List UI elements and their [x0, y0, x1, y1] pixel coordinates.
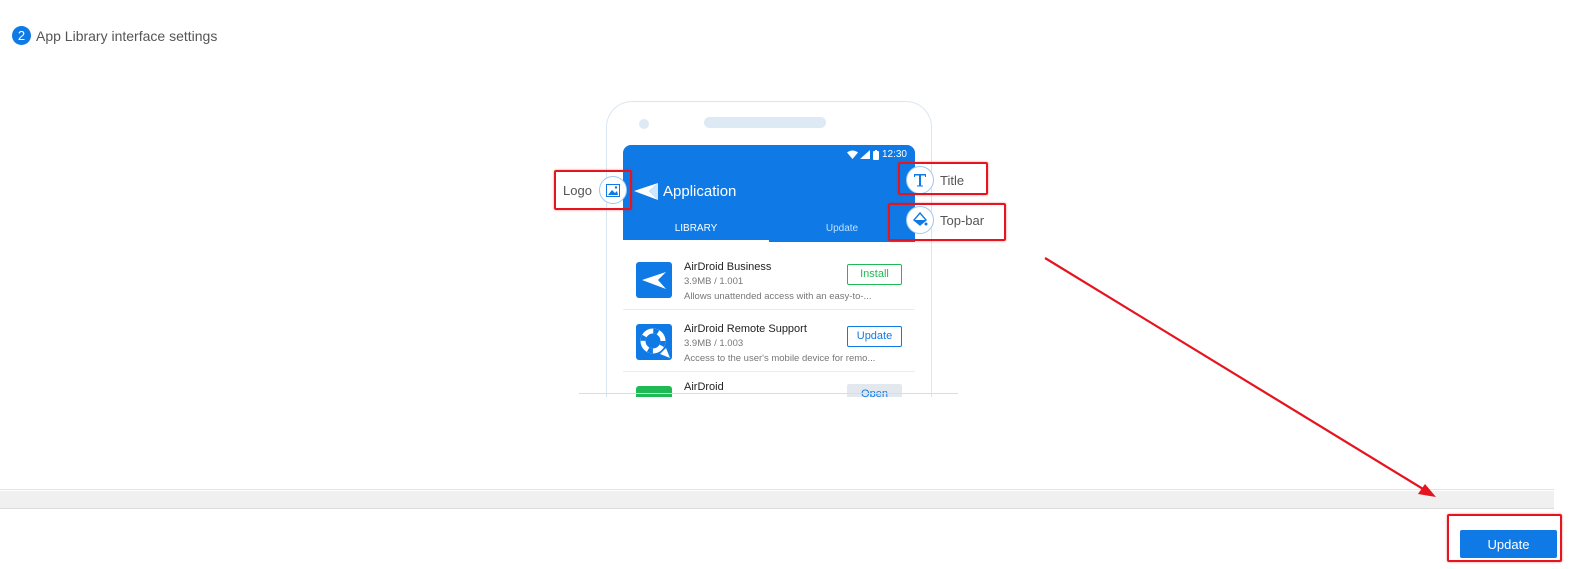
app-logo-icon [634, 183, 658, 200]
status-bar: 12:30 [846, 149, 907, 160]
airdroid-icon [636, 386, 672, 397]
topbar-highlight [888, 203, 1006, 241]
app-description: Allows unattended access with an easy-to… [684, 291, 872, 302]
update-button[interactable]: Update [1460, 530, 1557, 558]
section-title: App Library interface settings [36, 27, 218, 44]
list-item: AirDroid Remote Support 3.9MB / 1.003 Ac… [623, 310, 915, 372]
phone-speaker [704, 117, 826, 128]
footer-bar [0, 510, 1554, 569]
app-size: 3.9MB / 1.003 [684, 338, 744, 349]
phone-preview: 12:30 Application LIBRARY Update AirDroi… [606, 101, 932, 397]
step-number-badge: 2 [12, 26, 31, 45]
settings-panel: 2 App Library interface settings 12:30 A… [0, 0, 1554, 490]
logo-highlight [554, 170, 632, 210]
signal-icon [859, 150, 870, 159]
airdroid-remote-support-icon [636, 324, 672, 360]
phone-camera [639, 119, 649, 129]
app-name: AirDroid Business [684, 261, 772, 273]
airdroid-business-icon [636, 262, 672, 298]
app-size: 3.9MB / 1.001 [684, 276, 744, 287]
right-gutter [1554, 0, 1574, 569]
preview-baseline [579, 393, 958, 394]
phone-screen: 12:30 Application LIBRARY Update AirDroi… [623, 145, 915, 397]
wifi-icon [846, 150, 858, 159]
app-name: AirDroid [684, 381, 724, 393]
title-highlight [898, 162, 988, 195]
section-header: 2 App Library interface settings [12, 26, 217, 45]
status-time: 12:30 [881, 149, 907, 160]
update-app-button: Update [847, 326, 902, 347]
battery-icon [872, 149, 879, 160]
preview-app-title: Application [663, 183, 737, 200]
install-button: Install [847, 264, 902, 285]
app-description: Access to the user's mobile device for r… [684, 353, 876, 364]
app-name: AirDroid Remote Support [684, 323, 807, 335]
open-button: Open [847, 384, 902, 397]
list-item: AirDroid Business 3.9MB / 1.001 Allows u… [623, 248, 915, 310]
section-divider [0, 491, 1554, 509]
preview-tabs: LIBRARY Update [623, 222, 915, 242]
preview-top-bar: 12:30 Application LIBRARY Update [623, 145, 915, 242]
tab-library: LIBRARY [623, 222, 769, 242]
